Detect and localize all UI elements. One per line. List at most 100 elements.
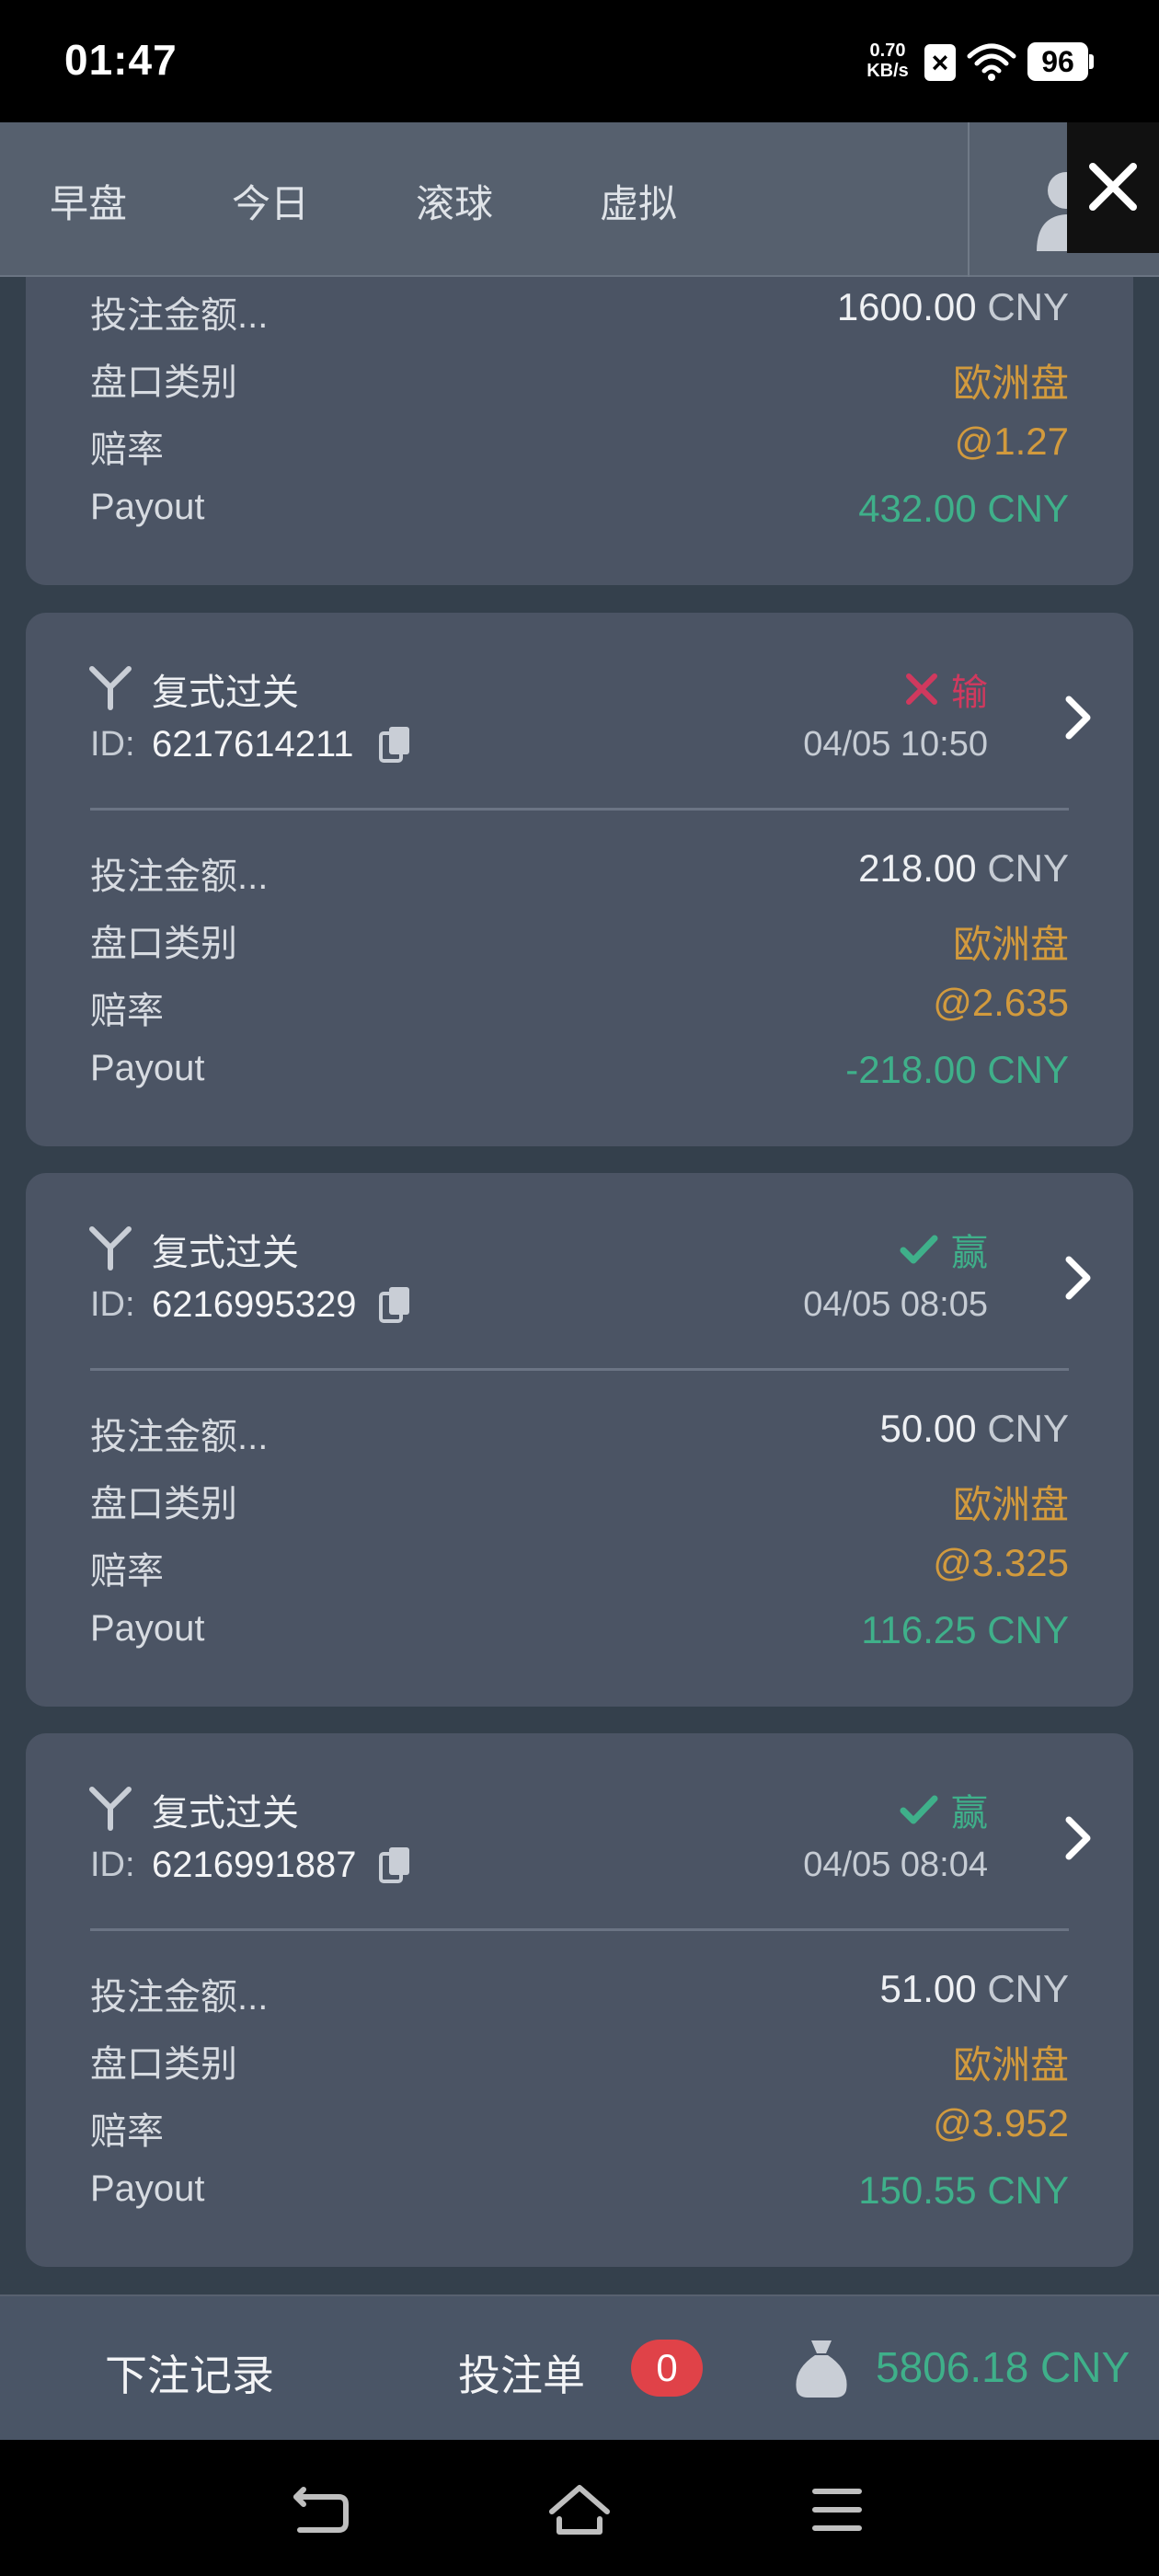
parlay-icon [89, 666, 132, 710]
tab-early[interactable]: 早盘 [50, 173, 127, 229]
bet-status-text: 赢 [951, 1233, 988, 1273]
bet-datetime: 04/05 08:04 [803, 1846, 988, 1884]
market-value: 欧洲盘 [952, 2043, 1069, 2087]
chevron-right-icon[interactable] [1063, 1254, 1093, 1302]
bet-card-header[interactable]: 复式过关 ID: 6216995329 赢 04/05 08:05 [26, 1173, 1133, 1368]
payout-value: -218.00 CNY [845, 1048, 1069, 1091]
bet-card-header[interactable]: 复式过关 ID: 6216991887 赢 04/05 08:04 [26, 1733, 1133, 1928]
system-nav-bar [0, 2440, 1159, 2576]
market-row: 盘口类别 欧洲盘 [90, 352, 1069, 405]
payout-label: Payout [90, 1048, 205, 1088]
bet-type: 复式过关 [152, 1233, 299, 1273]
stake-value: 218.00 CNY [858, 846, 1069, 890]
bet-id-label: ID: [90, 1846, 135, 1884]
odds-label: 赔率 [90, 1551, 164, 1592]
tab-live[interactable]: 滚球 [416, 173, 493, 229]
battery-tip [1089, 54, 1094, 69]
stake-value: 1600.00 CNY [836, 285, 1069, 328]
bet-records-tab[interactable]: 下注记录 [105, 2342, 274, 2403]
payout-row: Payout 150.55 CNY [90, 2168, 1069, 2214]
bet-card[interactable]: 复式过关 ID: 6217614211 输 04/05 10:50 投注金额..… [26, 613, 1133, 1146]
stake-label: 投注金额... [90, 1977, 269, 2018]
card-divider [90, 1928, 1069, 1931]
home-icon[interactable] [546, 2482, 613, 2537]
payout-label: Payout [90, 487, 205, 527]
nav-divider [968, 122, 970, 277]
bet-slip-count-badge: 0 [631, 2340, 703, 2397]
payout-row: Payout 116.25 CNY [90, 1608, 1069, 1654]
copy-icon[interactable] [379, 1285, 412, 1324]
stake-row: 投注金额... 50.00 CNY [90, 1407, 1069, 1457]
card-divider [90, 1368, 1069, 1371]
app-screen: 01:47 0.70 KB/s × 96 投注金额... 1600.00 CNY… [0, 0, 1159, 2576]
bet-id: 6216995329 [152, 1284, 357, 1325]
bet-card[interactable]: 复式过关 ID: 6216995329 赢 04/05 08:05 投注金额..… [26, 1173, 1133, 1707]
bet-datetime: 04/05 08:05 [803, 1285, 988, 1324]
payout-value: 116.25 CNY [861, 1608, 1069, 1651]
tab-virtual[interactable]: 虚拟 [600, 173, 677, 229]
bet-status-text: 输 [951, 673, 988, 713]
market-row: 盘口类别 欧洲盘 [90, 914, 1069, 966]
stake-label: 投注金额... [90, 857, 269, 897]
bottom-bar: 下注记录 投注单 0 5806.18 CNY [0, 2294, 1159, 2440]
payout-value: 432.00 CNY [858, 487, 1069, 530]
copy-icon[interactable] [379, 1846, 412, 1884]
market-label: 盘口类别 [90, 362, 237, 403]
close-button[interactable] [1067, 122, 1159, 253]
money-bag-icon [796, 2340, 847, 2398]
bet-card[interactable]: 复式过关 ID: 6216991887 赢 04/05 08:04 投注金额..… [26, 1733, 1133, 2267]
market-value: 欧洲盘 [952, 1483, 1069, 1526]
wifi-icon [967, 43, 1016, 81]
market-row: 盘口类别 欧洲盘 [90, 1474, 1069, 1526]
bet-status-win: 赢 [900, 1223, 988, 1276]
market-label: 盘口类别 [90, 2044, 237, 2085]
tab-today[interactable]: 今日 [232, 173, 309, 229]
cross-icon [906, 673, 937, 705]
stake-value: 50.00 CNY [879, 1407, 1069, 1450]
chevron-right-icon[interactable] [1063, 694, 1093, 742]
market-row: 盘口类别 欧洲盘 [90, 2034, 1069, 2087]
bet-id-label: ID: [90, 725, 135, 764]
sim-status-icon: × [924, 44, 956, 81]
odds-row: 赔率 @3.325 [90, 1541, 1069, 1592]
odds-row: 赔率 @1.27 [90, 420, 1069, 470]
market-value: 欧洲盘 [952, 362, 1069, 405]
battery-indicator: 96 [1027, 42, 1094, 81]
bet-id-label: ID: [90, 1285, 135, 1324]
chevron-right-icon[interactable] [1063, 1814, 1093, 1862]
stake-label: 投注金额... [90, 295, 269, 336]
close-icon [1089, 163, 1137, 211]
bet-id: 6217614211 [152, 724, 354, 765]
odds-label: 赔率 [90, 430, 164, 470]
stake-row: 投注金额... 1600.00 CNY [90, 285, 1069, 336]
bet-status-text: 赢 [951, 1793, 988, 1834]
stake-row: 投注金额... 218.00 CNY [90, 846, 1069, 897]
stake-row: 投注金额... 51.00 CNY [90, 1967, 1069, 2018]
stake-value: 51.00 CNY [879, 1967, 1069, 2010]
card-divider [90, 808, 1069, 811]
market-value: 欧洲盘 [952, 923, 1069, 966]
parlay-icon [89, 1787, 132, 1831]
bet-status-lose: 输 [905, 662, 988, 716]
odds-value: @2.635 [933, 981, 1069, 1024]
odds-value: @3.952 [933, 2101, 1069, 2145]
back-icon[interactable] [291, 2482, 353, 2537]
market-label: 盘口类别 [90, 924, 237, 964]
battery-level: 96 [1027, 42, 1088, 81]
top-nav: 早盘 今日 滚球 虚拟 [0, 122, 1159, 277]
bet-card-header[interactable]: 复式过关 ID: 6217614211 输 04/05 10:50 [26, 613, 1133, 808]
bet-datetime: 04/05 10:50 [803, 725, 988, 764]
payout-row: Payout -218.00 CNY [90, 1048, 1069, 1094]
stake-label: 投注金额... [90, 1417, 269, 1457]
payout-row: Payout 432.00 CNY [90, 487, 1069, 533]
odds-label: 赔率 [90, 2111, 164, 2152]
payout-value: 150.55 CNY [858, 2168, 1069, 2212]
market-label: 盘口类别 [90, 1484, 237, 1524]
menu-icon[interactable] [809, 2482, 865, 2537]
bet-slip-tab[interactable]: 投注单 [458, 2342, 585, 2403]
copy-icon[interactable] [379, 725, 412, 764]
parlay-icon [89, 1226, 132, 1271]
bet-type: 复式过关 [152, 1793, 299, 1834]
payout-label: Payout [90, 1608, 205, 1649]
wallet-balance: 5806.18 CNY [876, 2343, 1130, 2391]
